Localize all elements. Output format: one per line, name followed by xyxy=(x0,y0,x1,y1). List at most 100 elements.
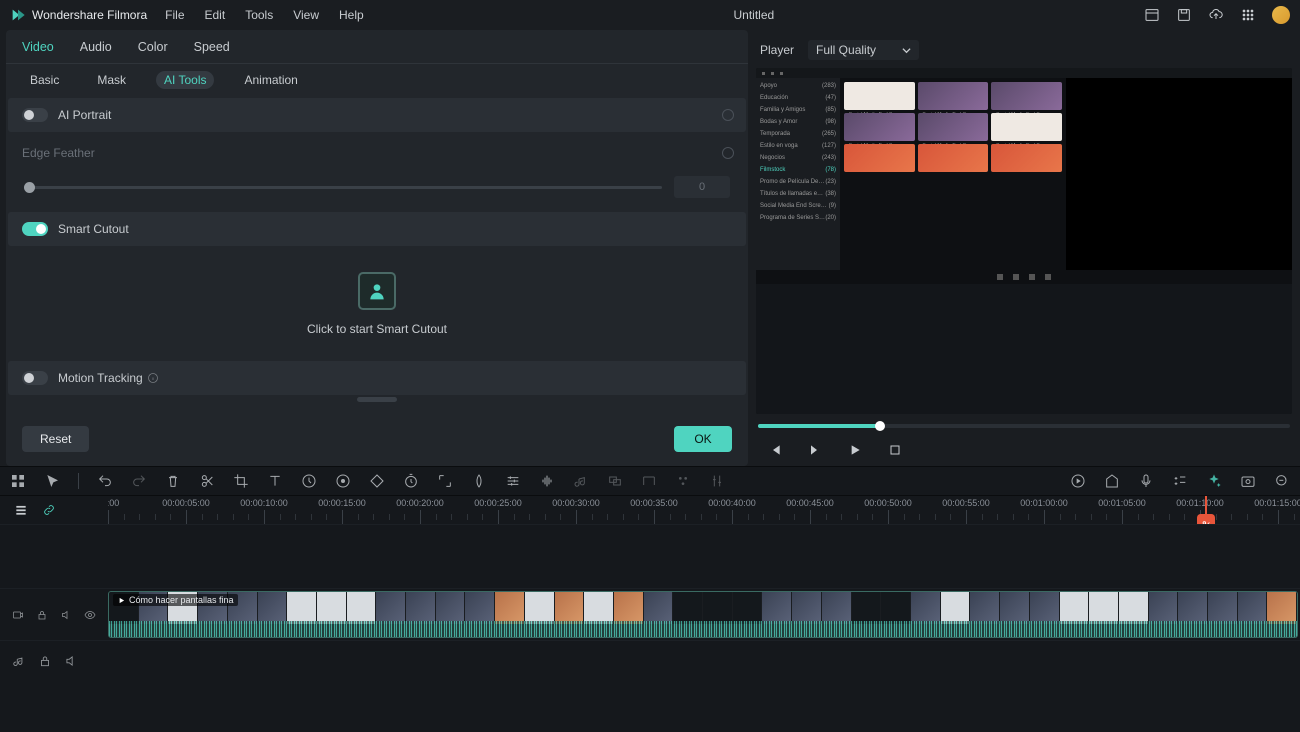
color-icon[interactable] xyxy=(335,473,351,489)
quality-value: Full Quality xyxy=(816,43,876,57)
info-icon[interactable] xyxy=(147,372,159,384)
menu-edit[interactable]: Edit xyxy=(205,8,226,22)
player-controls xyxy=(756,434,1292,466)
video-clip[interactable]: Cómo hacer pantallas fina xyxy=(108,591,1298,638)
tab-audio[interactable]: Audio xyxy=(80,40,112,54)
undo-icon[interactable] xyxy=(97,473,113,489)
record-voiceover-icon[interactable] xyxy=(1138,473,1154,489)
player-panel: Player Full Quality Apoyo(283) Educación… xyxy=(752,30,1300,466)
property-subtabs: Basic Mask AI Tools Animation xyxy=(6,64,748,96)
ruler-tick: 00:00:40:00 xyxy=(708,498,756,508)
stop-button[interactable] xyxy=(884,439,906,461)
progress-handle[interactable] xyxy=(875,421,885,431)
subtab-mask[interactable]: Mask xyxy=(89,71,134,89)
tab-color[interactable]: Color xyxy=(138,40,168,54)
delete-icon[interactable] xyxy=(165,473,181,489)
property-tabs: Video Audio Color Speed xyxy=(6,30,748,64)
label-edge-feather: Edge Feather xyxy=(22,146,95,160)
quality-dropdown[interactable]: Full Quality xyxy=(808,40,919,60)
reset-ai-portrait-icon[interactable] xyxy=(722,109,734,121)
visibility-icon[interactable] xyxy=(84,608,96,622)
preview-thumbnail-grid: Social Media End Screen… Social Media En… xyxy=(840,78,1066,270)
pointer-icon[interactable] xyxy=(44,473,60,489)
start-smart-cutout-button[interactable] xyxy=(358,272,396,310)
ai-tools-icon[interactable] xyxy=(1206,473,1222,489)
subtab-basic[interactable]: Basic xyxy=(22,71,67,89)
expand-icon[interactable] xyxy=(437,473,453,489)
timeline: 00:0000:00:05:0000:00:10:0000:00:15:0000… xyxy=(0,496,1300,732)
menu-help[interactable]: Help xyxy=(339,8,364,22)
layout-icon[interactable] xyxy=(1144,7,1160,23)
mute-icon[interactable] xyxy=(64,654,78,668)
tab-speed[interactable]: Speed xyxy=(194,40,230,54)
playhead-handle-icon[interactable] xyxy=(1197,514,1215,524)
person-icon xyxy=(367,281,387,301)
duration-icon[interactable] xyxy=(403,473,419,489)
snapshot-icon[interactable] xyxy=(1240,473,1256,489)
detach-audio-icon[interactable] xyxy=(573,473,589,489)
section-smart-cutout: Smart Cutout xyxy=(8,212,746,246)
player-progress[interactable] xyxy=(758,424,1290,428)
preview-sidebar: Apoyo(283) Educación(47) Familia y Amigo… xyxy=(756,78,840,270)
ruler-tick: 00:00:10:00 xyxy=(240,498,288,508)
player-viewport[interactable]: Apoyo(283) Educación(47) Familia y Amigo… xyxy=(756,68,1292,414)
properties-panel: Video Audio Color Speed Basic Mask AI To… xyxy=(6,30,748,466)
reset-button[interactable]: Reset xyxy=(22,426,89,452)
zoom-out-icon[interactable] xyxy=(1274,473,1290,489)
adjust-icon[interactable] xyxy=(505,473,521,489)
video-track-icon xyxy=(12,608,24,622)
clip-label: Cómo hacer pantallas fina xyxy=(113,594,238,606)
link-icon[interactable] xyxy=(42,503,56,517)
toggle-smart-cutout[interactable] xyxy=(22,222,48,236)
apps-grid-icon[interactable] xyxy=(1240,7,1256,23)
toggle-ai-portrait[interactable] xyxy=(22,108,48,122)
play-button[interactable] xyxy=(844,439,866,461)
clip-video-icon xyxy=(117,596,126,605)
reset-edge-feather-icon[interactable] xyxy=(722,147,734,159)
preview-content: Apoyo(283) Educación(47) Familia y Amigo… xyxy=(756,68,1292,414)
prev-frame-button[interactable] xyxy=(764,439,786,461)
playhead[interactable] xyxy=(1205,496,1207,524)
marker-icon[interactable] xyxy=(1104,473,1120,489)
mute-icon[interactable] xyxy=(60,608,72,622)
redo-icon[interactable] xyxy=(131,473,147,489)
speed-icon[interactable] xyxy=(301,473,317,489)
green-screen-icon[interactable] xyxy=(471,473,487,489)
slider-track-edge-feather[interactable] xyxy=(24,186,662,189)
timeline-toolbar xyxy=(0,466,1300,496)
document-title: Untitled xyxy=(364,8,1144,22)
step-back-button[interactable] xyxy=(804,439,826,461)
app-logo-icon xyxy=(10,7,26,23)
user-avatar[interactable] xyxy=(1272,6,1290,24)
subtab-animation[interactable]: Animation xyxy=(236,71,305,89)
menu-file[interactable]: File xyxy=(165,8,184,22)
timeline-ruler[interactable]: 00:0000:00:05:0000:00:10:0000:00:15:0000… xyxy=(108,496,1300,524)
cloud-upload-icon[interactable] xyxy=(1208,7,1224,23)
audio-icon[interactable] xyxy=(539,473,555,489)
timeline-options-icon[interactable] xyxy=(14,503,28,517)
save-icon[interactable] xyxy=(1176,7,1192,23)
split-icon[interactable] xyxy=(199,473,215,489)
audio-mixer-icon[interactable] xyxy=(1172,473,1188,489)
align-icon[interactable] xyxy=(641,473,657,489)
tab-video[interactable]: Video xyxy=(22,40,54,54)
subtab-aitools[interactable]: AI Tools xyxy=(156,71,214,89)
ruler-tick: 00:01:05:00 xyxy=(1098,498,1146,508)
scroll-indicator[interactable] xyxy=(357,397,397,402)
render-icon[interactable] xyxy=(1070,473,1086,489)
crop-icon[interactable] xyxy=(233,473,249,489)
grid-icon[interactable] xyxy=(10,473,26,489)
ruler-tick: 00:00:25:00 xyxy=(474,498,522,508)
keyframe-icon[interactable] xyxy=(369,473,385,489)
menu-view[interactable]: View xyxy=(293,8,319,22)
lock-icon[interactable] xyxy=(36,608,48,622)
text-icon[interactable] xyxy=(267,473,283,489)
effects-icon[interactable] xyxy=(675,473,691,489)
ok-button[interactable]: OK xyxy=(674,426,732,452)
toggle-motion-tracking[interactable] xyxy=(22,371,48,385)
lock-icon[interactable] xyxy=(38,654,52,668)
slider-value-edge-feather[interactable]: 0 xyxy=(674,176,730,198)
mixer-icon[interactable] xyxy=(709,473,725,489)
group-icon[interactable] xyxy=(607,473,623,489)
menu-tools[interactable]: Tools xyxy=(245,8,273,22)
